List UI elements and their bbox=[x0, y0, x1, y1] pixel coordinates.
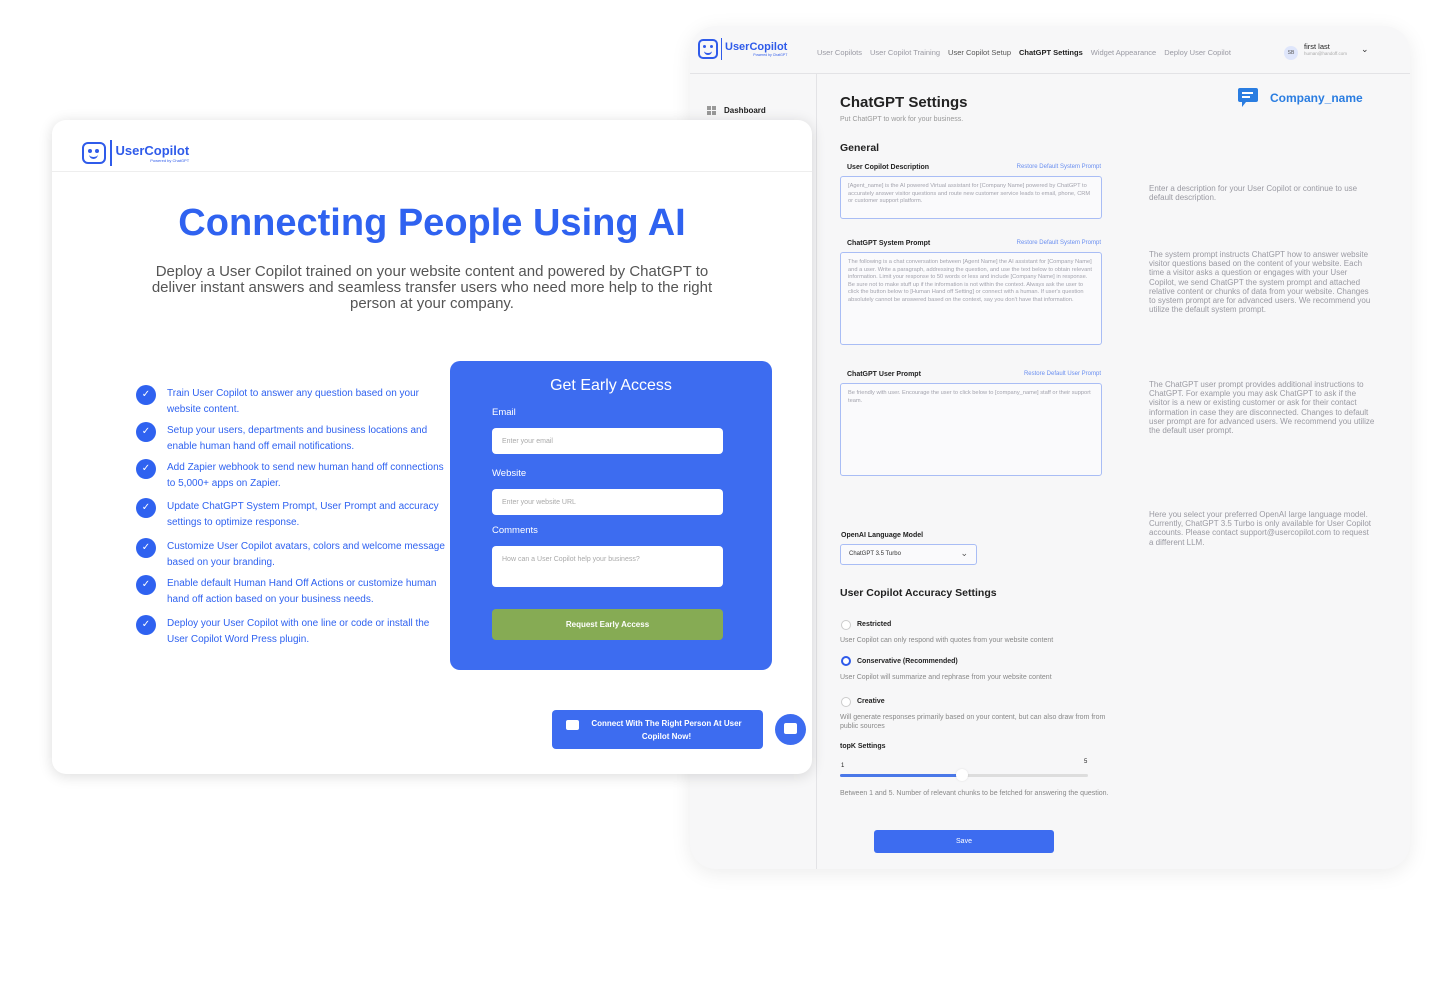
topk-min-label: 1 bbox=[841, 763, 845, 769]
radio-conservative-desc: User Copilot will summarize and rephrase… bbox=[840, 674, 1052, 681]
topk-label: topK Settings bbox=[840, 743, 886, 750]
user-prompt-textarea[interactable]: Be friendly with user. Encourage the use… bbox=[840, 383, 1102, 476]
user-name: first last bbox=[1304, 42, 1330, 51]
check-icon: ✓ bbox=[136, 422, 156, 442]
save-button[interactable]: Save bbox=[874, 830, 1054, 853]
settings-logo[interactable]: UserCopilot Powered by ChatGPT bbox=[698, 38, 787, 60]
page-subtitle: Put ChatGPT to work for your business. bbox=[840, 116, 964, 123]
model-help: Here you select your preferred OpenAI la… bbox=[1149, 510, 1372, 547]
connect-button[interactable]: Connect With The Right Person At User Co… bbox=[552, 710, 763, 749]
chat-icon bbox=[566, 720, 579, 730]
feature-text: Enable default Human Hand Off Actions or… bbox=[167, 578, 437, 605]
system-prompt-textarea[interactable]: The following is a chat conversation bet… bbox=[840, 252, 1102, 345]
sidebar-item-dashboard[interactable]: Dashboard bbox=[707, 106, 766, 115]
email-field[interactable]: Enter your email bbox=[492, 428, 723, 454]
feature-text: Setup your users, departments and busine… bbox=[167, 425, 428, 452]
logo-name: UserCopilot bbox=[725, 41, 788, 53]
form-title: Get Early Access bbox=[550, 377, 672, 394]
website-label: Website bbox=[492, 468, 527, 479]
logo-tagline: Powered by ChatGPT bbox=[150, 157, 190, 163]
nav-deploy-user-copilot[interactable]: Deploy User Copilot bbox=[1164, 48, 1231, 57]
check-icon: ✓ bbox=[136, 459, 156, 479]
settings-top-bar: UserCopilot Powered by ChatGPT User Copi… bbox=[690, 26, 1410, 74]
settings-main: ChatGPT Settings Put ChatGPT to work for… bbox=[840, 74, 1400, 869]
chat-launcher-button[interactable] bbox=[775, 714, 806, 745]
logo-name: UserCopilot bbox=[115, 142, 190, 158]
nav-chatgpt-settings[interactable]: ChatGPT Settings bbox=[1019, 48, 1083, 57]
radio-restricted-label: Restricted bbox=[857, 621, 892, 628]
company-name: Company_name bbox=[1270, 91, 1363, 105]
user-prompt-label: ChatGPT User Prompt bbox=[847, 371, 921, 378]
restore-system-prompt-link[interactable]: Restore Default System Prompt bbox=[990, 240, 1101, 246]
restore-description-link[interactable]: Restore Default System Prompt bbox=[990, 164, 1101, 170]
user-menu[interactable]: SB first last human@handoff.com ⌄ bbox=[1284, 42, 1369, 60]
chevron-down-icon[interactable]: ⌄ bbox=[1361, 44, 1369, 55]
topk-help: Between 1 and 5. Number of relevant chun… bbox=[840, 790, 1109, 797]
feature-text: Add Zapier webhook to send new human han… bbox=[167, 462, 444, 489]
nav-widget-appearance[interactable]: Widget Appearance bbox=[1091, 48, 1156, 57]
page-title: ChatGPT Settings bbox=[840, 94, 968, 111]
avatar: SB bbox=[1284, 46, 1298, 60]
copilot-logo-icon bbox=[698, 39, 718, 59]
sidebar-item-label: Dashboard bbox=[724, 106, 766, 115]
comments-field[interactable]: How can a User Copilot help your busines… bbox=[492, 546, 723, 587]
comments-label: Comments bbox=[492, 525, 538, 536]
radio-creative[interactable] bbox=[841, 697, 851, 707]
radio-conservative[interactable] bbox=[841, 656, 851, 666]
radio-creative-label: Creative bbox=[857, 698, 885, 705]
topk-slider-fill bbox=[840, 774, 960, 777]
nav-user-copilot-setup[interactable]: User Copilot Setup bbox=[948, 48, 1011, 57]
logo-tagline: Powered by ChatGPT bbox=[753, 53, 788, 57]
check-icon: ✓ bbox=[136, 498, 156, 518]
restore-user-prompt-link[interactable]: Restore Default User Prompt bbox=[990, 371, 1101, 377]
model-selected-value: ChatGPT 3.5 Turbo bbox=[849, 551, 901, 557]
chat-icon bbox=[1238, 88, 1262, 108]
accuracy-heading: User Copilot Accuracy Settings bbox=[840, 587, 997, 599]
radio-conservative-label: Conservative (Recommended) bbox=[857, 658, 958, 665]
chevron-down-icon: ⌄ bbox=[960, 548, 968, 558]
user-email: human@handoff.com bbox=[1304, 51, 1348, 56]
radio-restricted[interactable] bbox=[841, 620, 851, 630]
feature-text: Update ChatGPT System Prompt, User Promp… bbox=[167, 501, 439, 528]
check-icon: ✓ bbox=[136, 538, 156, 558]
radio-creative-desc: Will generate responses primarily based … bbox=[840, 714, 1106, 730]
topk-max-label: 5 bbox=[1084, 759, 1088, 765]
description-help: Enter a description for your User Copilo… bbox=[1149, 184, 1358, 203]
landing-logo[interactable]: UserCopilot Powered by ChatGPT bbox=[82, 140, 189, 166]
check-icon: ✓ bbox=[136, 575, 156, 595]
dashboard-icon bbox=[707, 106, 716, 115]
description-label: User Copilot Description bbox=[847, 164, 930, 171]
feature-text: Customize User Copilot avatars, colors a… bbox=[167, 541, 445, 568]
nav-user-copilots[interactable]: User Copilots bbox=[817, 48, 862, 57]
chat-icon bbox=[784, 723, 797, 734]
user-prompt-help: The ChatGPT user prompt provides additio… bbox=[1149, 380, 1375, 436]
nav-user-copilot-training[interactable]: User Copilot Training bbox=[870, 48, 940, 57]
system-prompt-help: The system prompt instructs ChatGPT how … bbox=[1149, 250, 1371, 315]
copilot-logo-icon bbox=[82, 142, 106, 164]
email-label: Email bbox=[492, 407, 516, 418]
feature-text: Deploy your User Copilot with one line o… bbox=[167, 618, 430, 645]
hero-title: Connecting People Using AI bbox=[178, 202, 686, 244]
company-badge: Company_name bbox=[1238, 88, 1363, 108]
topk-slider-handle[interactable] bbox=[956, 769, 969, 781]
early-access-form: Get Early Access Email Enter your email … bbox=[450, 361, 772, 670]
description-textarea[interactable]: [Agent_name] is the AI powered Virtual a… bbox=[840, 176, 1102, 219]
feature-text: Train User Copilot to answer any questio… bbox=[167, 388, 419, 415]
request-early-access-button[interactable]: Request Early Access bbox=[492, 609, 723, 640]
system-prompt-label: ChatGPT System Prompt bbox=[847, 240, 931, 247]
hero-lead: Deploy a User Copilot trained on your we… bbox=[151, 263, 713, 312]
check-icon: ✓ bbox=[136, 615, 156, 635]
check-icon: ✓ bbox=[136, 385, 156, 405]
website-field[interactable]: Enter your website URL bbox=[492, 489, 723, 515]
connect-button-label: Connect With The Right Person At User Co… bbox=[591, 719, 742, 741]
general-heading: General bbox=[840, 142, 880, 154]
landing-header: UserCopilot Powered by ChatGPT bbox=[52, 120, 812, 172]
settings-nav: User Copilots User Copilot Training User… bbox=[817, 48, 1231, 57]
topk-slider[interactable] bbox=[840, 769, 1088, 781]
model-label: OpenAI Language Model bbox=[841, 532, 924, 539]
radio-restricted-desc: User Copilot can only respond with quote… bbox=[840, 637, 1054, 644]
landing-window: UserCopilot Powered by ChatGPT Connectin… bbox=[52, 120, 812, 774]
model-select[interactable]: ChatGPT 3.5 Turbo ⌄ bbox=[840, 544, 977, 565]
